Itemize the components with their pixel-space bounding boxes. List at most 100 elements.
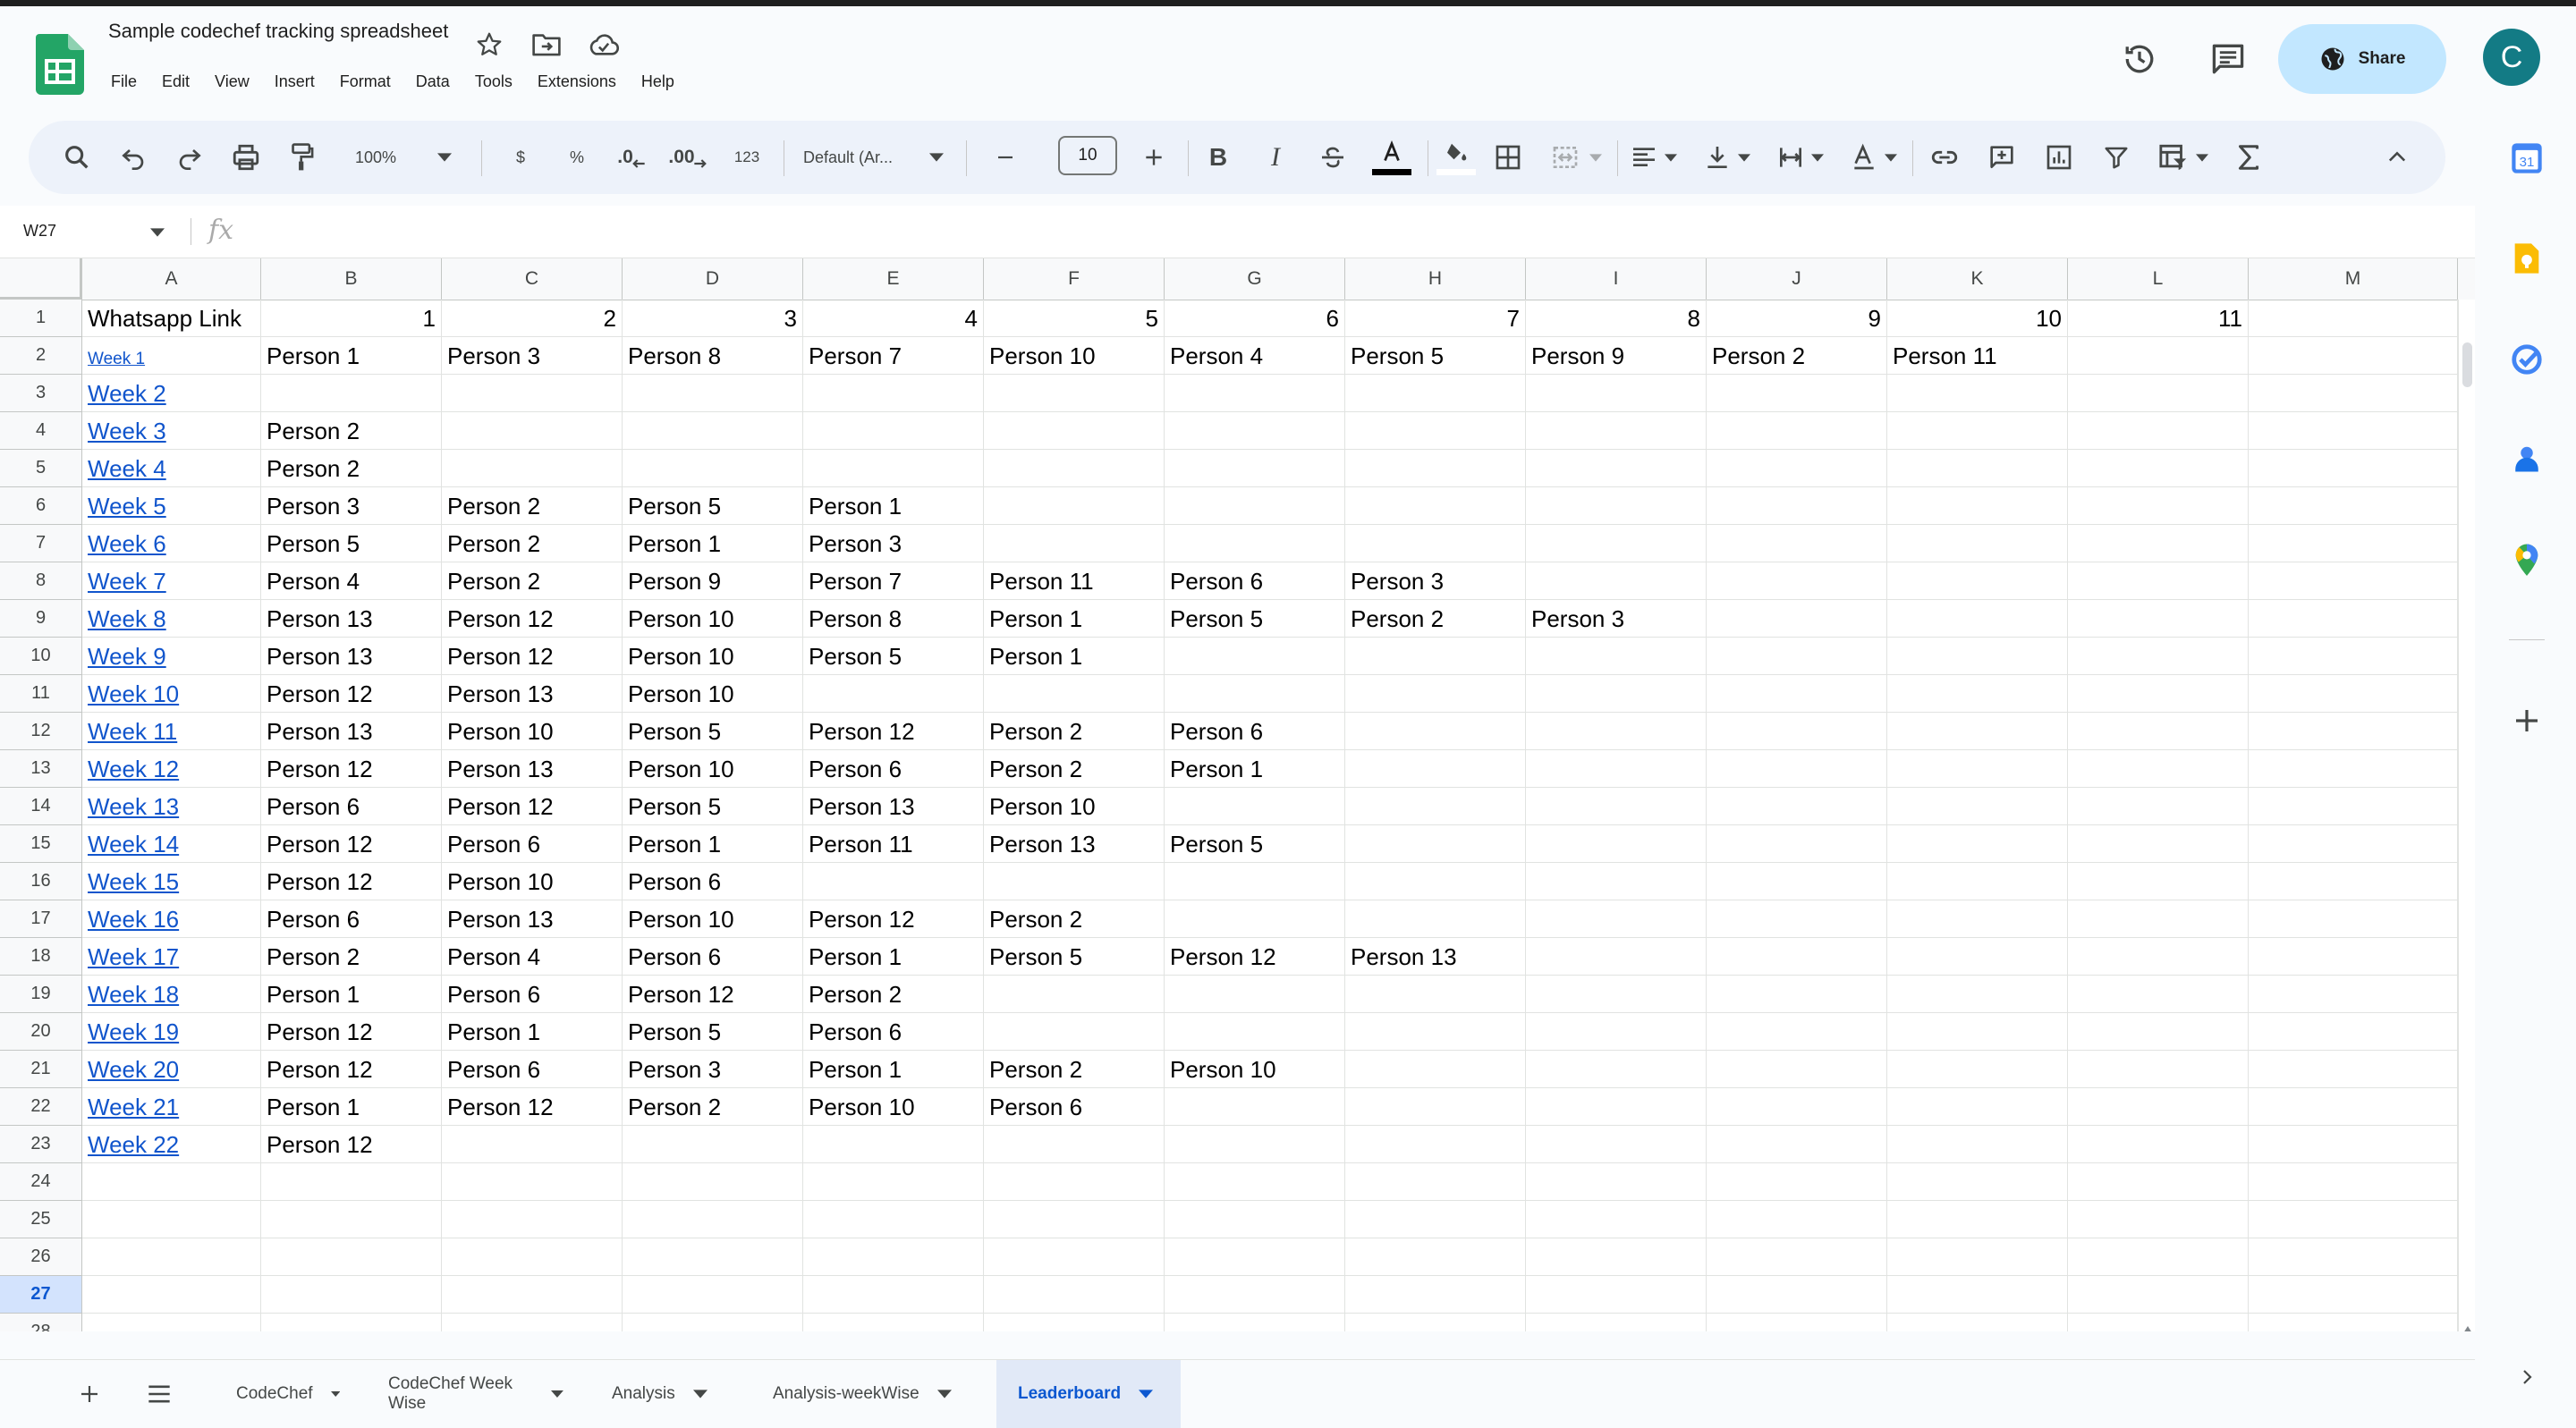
cell-m3[interactable] [2249,375,2458,412]
cell-h18[interactable]: Person 13 [1345,938,1526,976]
week-link[interactable]: Week 2 [88,380,166,407]
row-header[interactable]: 5 [0,450,82,487]
cell-c27[interactable] [442,1276,623,1314]
cell-c5[interactable] [442,450,623,487]
cell-c12[interactable]: Person 10 [442,713,623,750]
cell-j18[interactable] [1707,938,1887,976]
percent-format-button[interactable]: % [559,137,595,178]
cell-e9[interactable]: Person 8 [803,600,984,638]
cell-h10[interactable] [1345,638,1526,675]
more-formats-button[interactable]: 123 [726,137,767,178]
cell-l6[interactable] [2068,487,2249,525]
calendar-icon[interactable]: 31 [2507,139,2546,178]
cell-h2[interactable]: Person 5 [1345,337,1526,375]
cell-e20[interactable]: Person 6 [803,1013,984,1051]
cell-a26[interactable] [82,1238,261,1276]
sheet-tab-menu-icon[interactable] [551,1390,564,1398]
cell-b18[interactable]: Person 2 [261,938,442,976]
cell-i9[interactable]: Person 3 [1526,600,1707,638]
insert-chart-icon[interactable] [2039,137,2079,178]
cell-b14[interactable]: Person 6 [261,788,442,825]
cell-f12[interactable]: Person 2 [984,713,1165,750]
cell-h1[interactable]: 7 [1345,300,1526,337]
zoom-dropdown-icon[interactable] [433,137,456,178]
cell-i12[interactable] [1526,713,1707,750]
paint-format-icon[interactable] [283,137,322,178]
cell-c1[interactable]: 2 [442,300,623,337]
cell-l5[interactable] [2068,450,2249,487]
cell-d12[interactable]: Person 5 [623,713,803,750]
cell-j23[interactable] [1707,1126,1887,1163]
cell-k27[interactable] [1887,1276,2068,1314]
cell-d20[interactable]: Person 5 [623,1013,803,1051]
cell-c21[interactable]: Person 6 [442,1051,623,1088]
menu-insert[interactable]: Insert [262,70,327,93]
cell-a11[interactable]: Week 10 [82,675,261,713]
cell-d7[interactable]: Person 1 [623,525,803,562]
cell-l11[interactable] [2068,675,2249,713]
cell-k17[interactable] [1887,900,2068,938]
cell-g5[interactable] [1165,450,1345,487]
cell-l12[interactable] [2068,713,2249,750]
cell-c18[interactable]: Person 4 [442,938,623,976]
cell-e21[interactable]: Person 1 [803,1051,984,1088]
cell-c23[interactable] [442,1126,623,1163]
column-header-b[interactable]: B [261,258,442,300]
rotation-dropdown-icon[interactable] [1882,137,1900,178]
row-header[interactable]: 27 [0,1276,82,1314]
font-family-select[interactable]: Default (Ar... [803,137,902,178]
increase-font-size-icon[interactable] [1134,137,1174,178]
cell-c2[interactable]: Person 3 [442,337,623,375]
cell-f27[interactable] [984,1276,1165,1314]
cell-m10[interactable] [2249,638,2458,675]
cell-b28[interactable] [261,1314,442,1331]
cell-k10[interactable] [1887,638,2068,675]
cell-d27[interactable] [623,1276,803,1314]
cell-a19[interactable]: Week 18 [82,976,261,1013]
scroll-up-icon[interactable] [2463,1326,2472,1331]
cell-j21[interactable] [1707,1051,1887,1088]
cell-b4[interactable]: Person 2 [261,412,442,450]
cell-l17[interactable] [2068,900,2249,938]
cell-a9[interactable]: Week 8 [82,600,261,638]
row-header[interactable]: 9 [0,600,82,638]
row-header[interactable]: 10 [0,638,82,675]
document-title[interactable]: Sample codechef tracking spreadsheet [108,20,448,43]
cell-c3[interactable] [442,375,623,412]
cell-d11[interactable]: Person 10 [623,675,803,713]
cell-l14[interactable] [2068,788,2249,825]
row-header[interactable]: 6 [0,487,82,525]
column-header-m[interactable]: M [2249,258,2458,300]
cell-f23[interactable] [984,1126,1165,1163]
add-sheet-icon[interactable] [72,1376,107,1412]
cell-g20[interactable] [1165,1013,1345,1051]
cell-e1[interactable]: 4 [803,300,984,337]
cell-i23[interactable] [1526,1126,1707,1163]
cell-a1[interactable]: Whatsapp Link [82,300,261,337]
week-link[interactable]: Week 16 [88,906,179,933]
cell-f18[interactable]: Person 5 [984,938,1165,976]
cell-m4[interactable] [2249,412,2458,450]
sheet-tab-menu-icon[interactable] [936,1390,952,1398]
cell-j9[interactable] [1707,600,1887,638]
menu-tools[interactable]: Tools [462,70,525,93]
cell-b2[interactable]: Person 1 [261,337,442,375]
row-header[interactable]: 24 [0,1163,82,1201]
cell-l3[interactable] [2068,375,2249,412]
cell-h6[interactable] [1345,487,1526,525]
cell-e12[interactable]: Person 12 [803,713,984,750]
cell-e14[interactable]: Person 13 [803,788,984,825]
cell-f2[interactable]: Person 10 [984,337,1165,375]
cell-a15[interactable]: Week 14 [82,825,261,863]
tasks-icon[interactable] [2507,340,2546,379]
account-avatar[interactable]: C [2483,29,2540,86]
cell-b26[interactable] [261,1238,442,1276]
column-header-k[interactable]: K [1887,258,2068,300]
week-link[interactable]: Week 20 [88,1056,179,1083]
cell-h11[interactable] [1345,675,1526,713]
cell-f8[interactable]: Person 11 [984,562,1165,600]
valign-dropdown-icon[interactable] [1735,137,1753,178]
cell-m18[interactable] [2249,938,2458,976]
cell-i25[interactable] [1526,1201,1707,1238]
row-header[interactable]: 12 [0,713,82,750]
